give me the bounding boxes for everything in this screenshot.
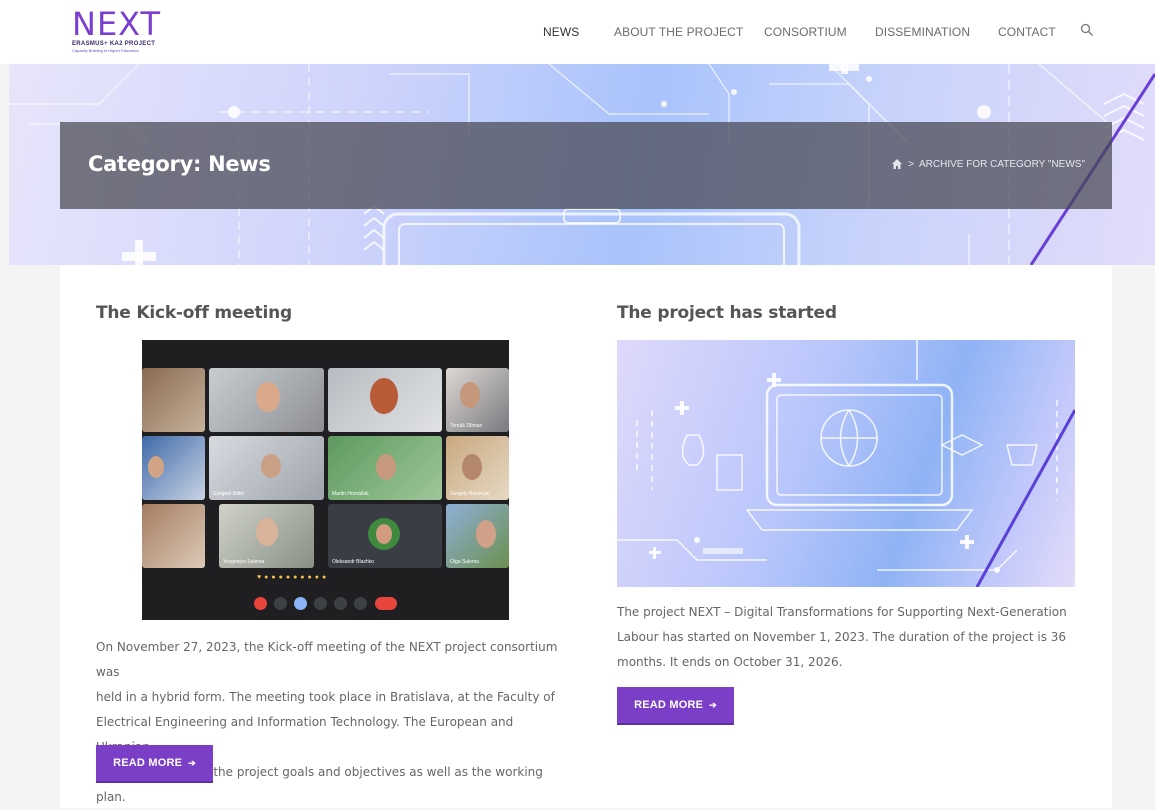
excerpt-line: months. It ends on October 31, 2026. [617, 655, 843, 669]
nav-news[interactable]: NEWS [543, 25, 579, 39]
reaction-bar[interactable]: ♥●●●●●●●●● [257, 574, 329, 581]
more-options-icon[interactable] [354, 597, 367, 610]
read-more-label: READ MORE [113, 757, 183, 769]
post-excerpt-project-started: The project NEXT – Digital Transformatio… [617, 600, 1067, 675]
read-more-button-kickoff[interactable]: READ MORE ➔ [96, 745, 213, 783]
raise-hand-icon[interactable] [334, 597, 347, 610]
arrow-right-icon: ➔ [709, 699, 717, 710]
participant-name: Oleksandr Blazhko [332, 559, 374, 565]
breadcrumb: > ARCHIVE FOR CATEGORY "NEWS" [891, 158, 1085, 170]
post-title-kickoff[interactable]: The Kick-off meeting [96, 303, 292, 323]
post-image-project-started[interactable] [617, 340, 1075, 587]
nav-about-the-project[interactable]: ABOUT THE PROJECT [614, 25, 743, 39]
post-title-project-started[interactable]: The project has started [617, 303, 837, 323]
nav-contact[interactable]: CONTACT [998, 25, 1056, 39]
excerpt-line: The project NEXT – Digital Transformatio… [617, 605, 1067, 619]
search-icon[interactable] [1080, 23, 1094, 37]
nav-consortium[interactable]: CONSORTIUM [764, 25, 847, 39]
participant-name: Yevgeniya Sulema [223, 559, 265, 565]
site-logo[interactable]: NEXT ERASMUS+ KA2 PROJECT Capacity Build… [72, 5, 172, 55]
nav-dissemination[interactable]: DISSEMINATION [875, 25, 970, 39]
participant-name: Tomáš Zillman [450, 423, 483, 429]
home-icon[interactable] [891, 158, 903, 170]
page-title: Category: News [88, 152, 271, 176]
breadcrumb-current: ARCHIVE FOR CATEGORY "NEWS" [918, 158, 1085, 170]
hang-up-icon[interactable] [375, 597, 397, 610]
post-image-kickoff-meeting[interactable]: Tomáš Zillman Szegedi Ildikó Martin Horn… [142, 340, 509, 620]
read-more-button-project-started[interactable]: READ MORE ➔ [617, 687, 734, 725]
arrow-right-icon: ➔ [188, 757, 196, 768]
participant-name: Martin Hornáček [332, 491, 369, 497]
captions-icon[interactable] [294, 597, 307, 610]
present-icon[interactable] [314, 597, 327, 610]
breadcrumb-separator: > [908, 158, 914, 170]
participant-name: Szegedi Ildikó [213, 491, 245, 497]
participant-name: Olga Sulema [450, 559, 479, 565]
posts-area: The Kick-off meeting Tomáš Zillman Szege… [60, 265, 1112, 808]
digital-illustration [617, 340, 1075, 587]
excerpt-line: Labour has started on November 1, 2023. … [617, 630, 1067, 644]
site-header: NEXT ERASMUS+ KA2 PROJECT Capacity Build… [0, 0, 1155, 64]
read-more-label: READ MORE [634, 699, 704, 711]
post-excerpt-kickoff: On November 27, 2023, the Kick-off meeti… [96, 635, 566, 810]
excerpt-line: held in a hybrid form. The meeting took … [96, 690, 555, 704]
excerpt-line: On November 27, 2023, the Kick-off meeti… [96, 640, 558, 679]
participant-name: Gergely Rozsnyai [450, 491, 490, 497]
logo-tagline: Capacity Building in Higher Education [72, 48, 139, 53]
camera-icon[interactable] [274, 597, 287, 610]
mic-off-icon[interactable] [254, 597, 267, 610]
logo-mark: NEXT [72, 5, 162, 43]
page-title-bar: Category: News > ARCHIVE FOR CATEGORY "N… [60, 122, 1112, 209]
